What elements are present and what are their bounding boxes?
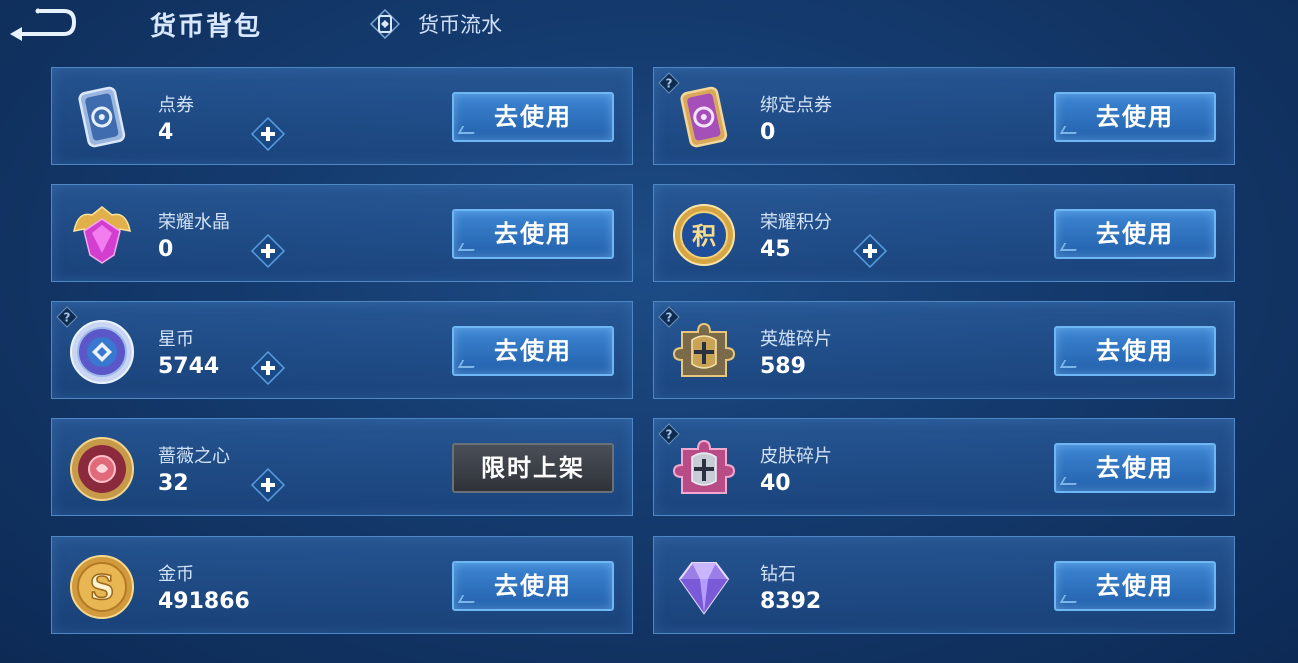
currency-name: 荣耀积分: [760, 212, 832, 233]
add-glory-crystal-button[interactable]: [250, 233, 286, 269]
currency-count: 5744: [158, 354, 220, 379]
page-title: 货币背包: [150, 12, 263, 42]
currency-flow-link[interactable]: 货币流水: [370, 9, 502, 39]
back-arrow-icon: [10, 8, 77, 41]
gold-coin-icon: S: [70, 555, 134, 619]
currency-count: 40: [760, 471, 791, 496]
diamond-icon: [678, 562, 730, 615]
top-bar: 货币背包 货币流水: [0, 0, 1298, 54]
currency-flow-label: 货币流水: [418, 13, 502, 37]
star-coin-icon: [70, 320, 134, 384]
glory-points-icon: 积: [673, 204, 735, 266]
bound-coupon-icon: [680, 86, 728, 148]
ledger-icon: [370, 9, 400, 39]
currency-name: 英雄碎片: [760, 329, 832, 350]
currency-card-diamond: 钻石 8392 去使用: [653, 536, 1235, 634]
currency-name: 金币: [158, 564, 194, 585]
add-star-coin-button[interactable]: [250, 350, 286, 386]
hero-fragment-icon: [672, 322, 736, 377]
currency-count: 491866: [158, 589, 250, 614]
currency-card-star-coin: 星币 5744 去使用: [51, 301, 633, 399]
currency-card-bound-coupon: 绑定点券 0 去使用: [653, 67, 1235, 165]
currency-count: 0: [760, 120, 776, 145]
coupon-icon: [78, 86, 126, 148]
use-gold-coin-button[interactable]: 去使用: [452, 561, 614, 611]
add-rose-heart-button[interactable]: [250, 467, 286, 503]
use-glory-points-button[interactable]: 去使用: [1054, 209, 1216, 259]
use-bound-coupon-button[interactable]: 去使用: [1054, 92, 1216, 142]
currency-card-skin-fragment: 皮肤碎片 40 去使用: [653, 418, 1235, 516]
currency-count: 32: [158, 471, 189, 496]
currency-name: 蔷薇之心: [158, 446, 230, 467]
currency-name: 皮肤碎片: [760, 446, 832, 467]
use-skin-fragment-button[interactable]: 去使用: [1054, 443, 1216, 493]
rose-heart-icon: [70, 437, 134, 501]
currency-count: 589: [760, 354, 806, 379]
add-glory-points-button[interactable]: [852, 233, 888, 269]
currency-name: 星币: [158, 329, 194, 350]
currency-name: 点券: [158, 95, 194, 116]
skin-fragment-icon: [672, 439, 736, 494]
glory-crystal-icon: [73, 206, 131, 264]
currency-card-rose-heart: 蔷薇之心 32 限时上架: [51, 418, 633, 516]
currency-count: 45: [760, 237, 791, 262]
currency-card-glory-points: 积 荣耀积分 45 去使用: [653, 184, 1235, 282]
currency-card-gold-coin: S 金币 491866 去使用: [51, 536, 633, 634]
currency-card-coupon: 点券 4 去使用: [51, 67, 633, 165]
back-button[interactable]: [8, 8, 78, 42]
currency-name: 钻石: [760, 564, 796, 585]
use-star-coin-button[interactable]: 去使用: [452, 326, 614, 376]
use-diamond-button[interactable]: 去使用: [1054, 561, 1216, 611]
limited-time-button[interactable]: 限时上架: [452, 443, 614, 493]
currency-card-glory-crystal: 荣耀水晶 0 去使用: [51, 184, 633, 282]
use-hero-fragment-button[interactable]: 去使用: [1054, 326, 1216, 376]
use-coupon-button[interactable]: 去使用: [452, 92, 614, 142]
currency-card-hero-fragment: 英雄碎片 589 去使用: [653, 301, 1235, 399]
add-coupon-button[interactable]: [250, 116, 286, 152]
use-glory-crystal-button[interactable]: 去使用: [452, 209, 614, 259]
currency-count: 8392: [760, 589, 822, 614]
currency-count: 4: [158, 120, 174, 145]
currency-count: 0: [158, 237, 174, 262]
svg-text:积: 积: [692, 222, 716, 250]
svg-text:S: S: [90, 568, 115, 608]
currency-name: 绑定点券: [760, 95, 832, 116]
currency-name: 荣耀水晶: [158, 212, 230, 233]
